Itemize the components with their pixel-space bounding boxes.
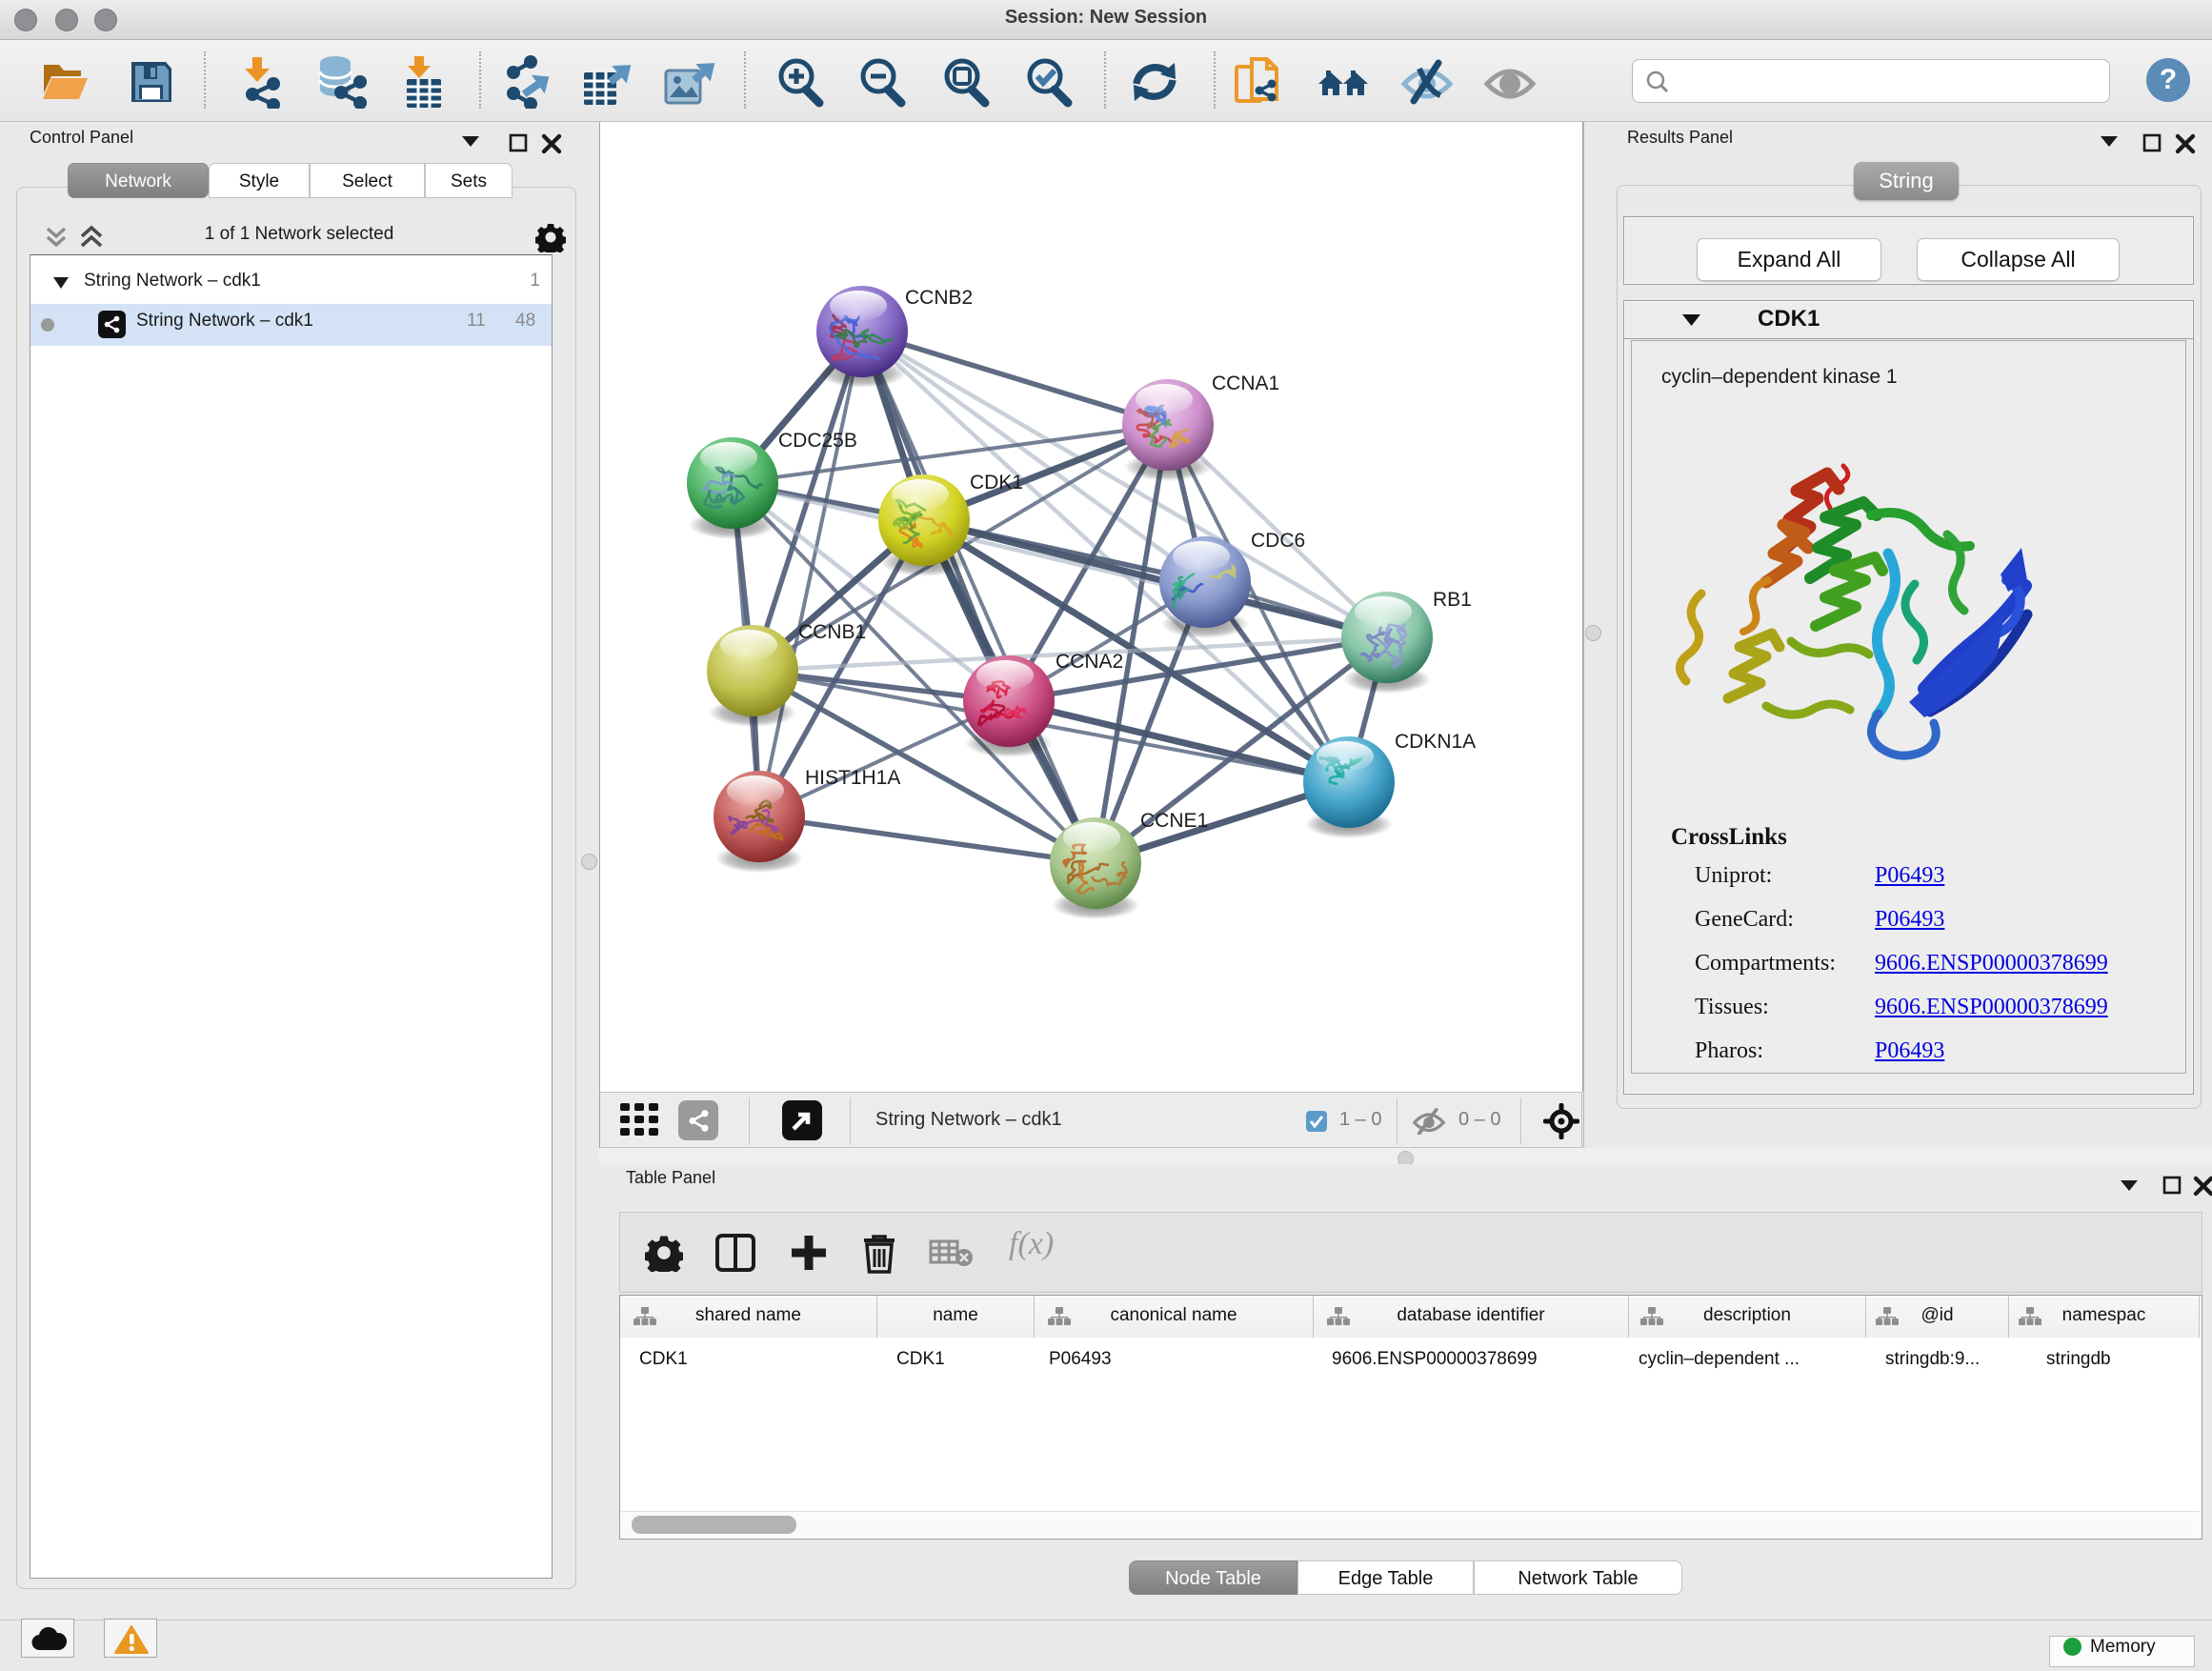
svg-text:CDC6: CDC6 [1251,530,1305,552]
svg-text:RB1: RB1 [1433,589,1472,611]
svg-text:CCNB2: CCNB2 [905,287,973,309]
svg-text:CDC25B: CDC25B [778,430,857,452]
svg-text:CDK1: CDK1 [970,472,1023,493]
svg-text:HIST1H1A: HIST1H1A [805,767,900,789]
svg-text:CCNE1: CCNE1 [1140,810,1208,832]
svg-text:CCNA2: CCNA2 [1056,651,1123,673]
svg-text:CCNA1: CCNA1 [1212,372,1279,394]
svg-text:CCNB1: CCNB1 [798,621,866,643]
svg-text:CDKN1A: CDKN1A [1395,731,1476,753]
